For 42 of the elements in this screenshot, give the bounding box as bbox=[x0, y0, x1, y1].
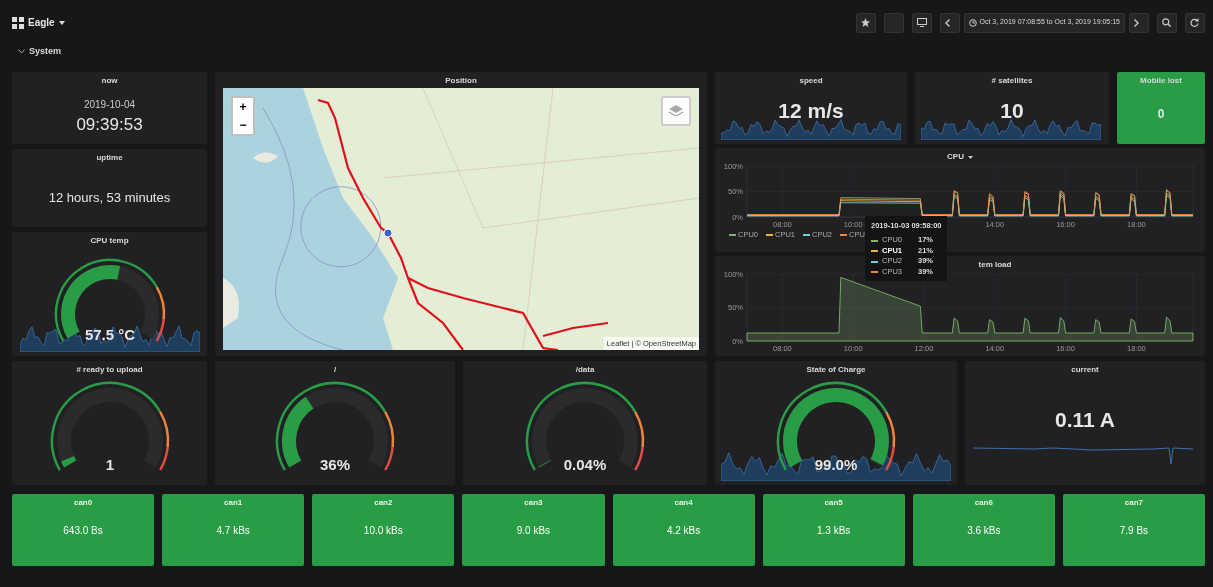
gauge-value: 0.04% bbox=[563, 455, 607, 473]
tile-value: 7.9 Bs bbox=[1119, 524, 1149, 538]
gauge-value: 1 bbox=[105, 455, 114, 473]
tile-title: can7 bbox=[1124, 497, 1144, 507]
gauge-value: 57.5 °C bbox=[84, 326, 135, 344]
panel-title: uptime bbox=[96, 152, 123, 162]
tile-title: can5 bbox=[824, 497, 843, 507]
panel-title: Mobile lost bbox=[1140, 75, 1182, 85]
tile-title: can6 bbox=[974, 497, 993, 507]
tile-title: can4 bbox=[674, 497, 693, 507]
tile-value: 3.6 kBs bbox=[967, 524, 1001, 538]
panel-title: Position bbox=[445, 75, 477, 85]
tile-value: 9.0 kBs bbox=[516, 524, 551, 538]
panel-title: State of Charge bbox=[806, 364, 866, 374]
panel-title: speed bbox=[799, 75, 823, 85]
stat-value: 10 bbox=[999, 98, 1025, 124]
current-value: 0.11 A bbox=[1054, 407, 1116, 433]
date-text: 2019-10-04 bbox=[83, 98, 136, 112]
uptime-value: 12 hours, 53 minutes bbox=[48, 189, 171, 207]
gauge-value: 36% bbox=[320, 455, 350, 473]
panel-title: # satellites bbox=[991, 75, 1033, 85]
tile-title: can0 bbox=[73, 497, 93, 507]
panel-title: /data bbox=[575, 364, 595, 374]
panel-title: CPU bbox=[947, 153, 964, 161]
tile-value: 4.7 kBs bbox=[216, 524, 250, 538]
tile-title: can3 bbox=[524, 497, 543, 507]
panel-title: CPU temp bbox=[90, 235, 129, 245]
panel-title: current bbox=[1071, 364, 1099, 374]
tile-title: can2 bbox=[374, 497, 393, 507]
stat-value: 0 bbox=[1157, 106, 1165, 123]
gauge-value: 99.0% bbox=[814, 455, 858, 473]
tile-title: can1 bbox=[224, 497, 243, 507]
stat-value: 12 m/s bbox=[777, 98, 845, 124]
panel-title: tem load bbox=[978, 259, 1012, 269]
time-text: 09:39:53 bbox=[76, 114, 143, 136]
tile-value: 10.0 kBs bbox=[363, 524, 403, 538]
tile-value: 4.2 kBs bbox=[666, 524, 701, 538]
panel-title: now bbox=[101, 75, 118, 85]
tile-value: 643.0 Bs bbox=[63, 524, 103, 538]
tile-value: 1.3 kBs bbox=[817, 524, 851, 538]
panel-title: / bbox=[333, 364, 337, 374]
panel-title: # ready to upload bbox=[76, 364, 143, 374]
